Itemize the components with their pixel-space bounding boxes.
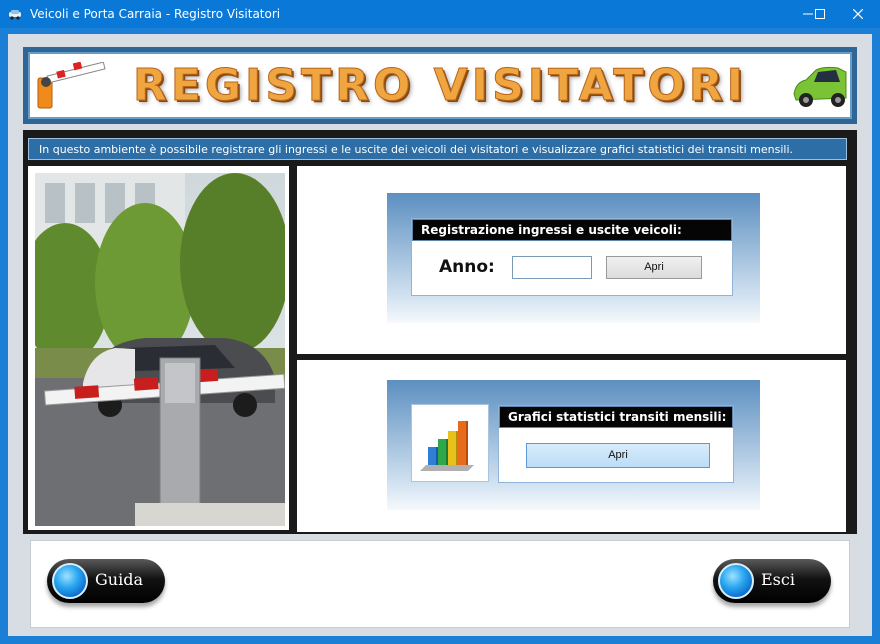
guide-button[interactable]: Guida [47,559,165,603]
close-button[interactable] [840,0,876,28]
maximize-button[interactable] [802,0,838,28]
statistics-gradient: Grafici statistici transiti mensili: Apr… [387,380,760,510]
year-input[interactable] [512,256,592,279]
chart-tile [411,404,489,482]
statistics-panel: Grafici statistici transiti mensili: Apr… [297,360,846,532]
parking-barrier-photo [35,173,285,526]
statistics-title: Grafici statistici transiti mensili: [499,406,733,428]
year-label: Anno: [439,257,495,277]
exit-button-label: Esci [761,570,795,589]
photo-frame [28,166,289,530]
blue-orb-icon [52,563,88,599]
open-statistics-button[interactable]: Apri [526,443,710,468]
car-icon [793,66,847,107]
registration-gradient: Registrazione ingressi e uscite veicoli:… [387,193,760,323]
header-title: REGISTRO VISITATORI [132,60,748,112]
info-bar: In questo ambiente è possibile registrar… [28,138,847,160]
close-icon [853,9,863,19]
open-registration-button[interactable]: Apri [606,256,702,279]
window-content: REGISTRO VISITATORI In questo ambiente è… [8,34,872,636]
statistics-card: Grafici statistici transiti mensili: Apr… [498,405,734,483]
main-area: In questo ambiente è possibile registrar… [23,130,857,534]
maximize-icon [815,9,825,19]
window-title: Veicoli e Porta Carraia - Registro Visit… [30,7,281,21]
registration-panel: Registrazione ingressi e uscite veicoli:… [297,166,846,354]
header-inner: REGISTRO VISITATORI [28,52,852,119]
blue-orb-icon [718,563,754,599]
bar-chart-icon [420,421,474,471]
registration-card: Registrazione ingressi e uscite veicoli:… [411,218,733,296]
header-banner: REGISTRO VISITATORI [23,47,857,124]
registration-title: Registrazione ingressi e uscite veicoli: [412,219,732,241]
app-car-icon [9,10,21,20]
exit-button[interactable]: Esci [713,559,831,603]
guide-button-label: Guida [95,570,143,589]
window-titlebar: Veicoli e Porta Carraia - Registro Visit… [0,0,880,28]
footer: Guida Esci [30,540,850,628]
